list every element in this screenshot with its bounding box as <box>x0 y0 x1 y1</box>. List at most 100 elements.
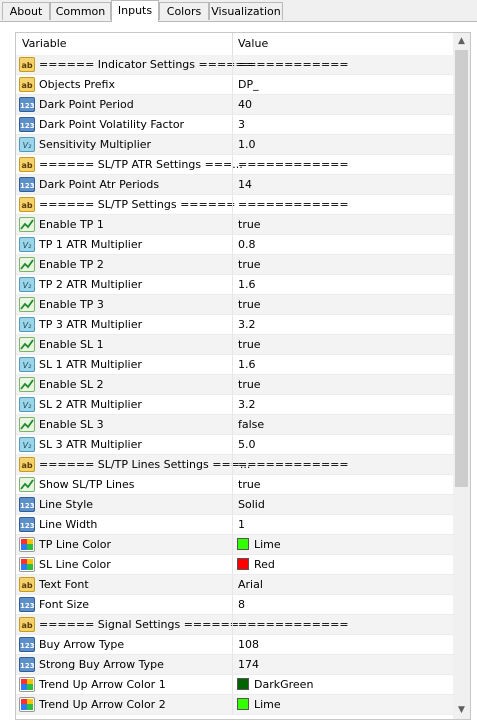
parameter-value[interactable]: true <box>238 335 261 355</box>
bool-icon <box>19 257 35 272</box>
parameter-row[interactable]: ab ====== Indicator Settings ====== ======… <box>16 55 454 75</box>
parameter-row[interactable]: 123 Line Width 1 <box>16 515 454 535</box>
color-swatch[interactable] <box>237 678 249 690</box>
color-swatch[interactable] <box>237 698 249 710</box>
parameter-name: Enable SL 3 <box>39 418 104 431</box>
parameter-row[interactable]: Enable SL 3 false <box>16 415 454 435</box>
parameter-name: SL Line Color <box>39 558 111 571</box>
parameter-row[interactable]: V₂ Sensitivity Multiplier 1.0 <box>16 135 454 155</box>
column-divider <box>232 235 233 254</box>
parameter-row[interactable]: Enable TP 2 true <box>16 255 454 275</box>
parameter-row[interactable]: 123 Line Style Solid <box>16 495 454 515</box>
header-divider[interactable] <box>232 33 233 55</box>
color-icon <box>19 537 35 552</box>
tab-common[interactable]: Common <box>50 2 111 20</box>
parameter-row[interactable]: Enable SL 2 true <box>16 375 454 395</box>
parameter-name: Trend Up Arrow Color 2 <box>39 698 166 711</box>
parameter-value[interactable]: Red <box>254 555 275 575</box>
parameter-row[interactable]: Enable TP 3 true <box>16 295 454 315</box>
parameter-value[interactable]: ============ <box>238 155 349 175</box>
parameter-value[interactable]: true <box>238 255 261 275</box>
parameter-row[interactable]: V₂ TP 3 ATR Multiplier 3.2 <box>16 315 454 335</box>
parameter-value[interactable]: 1.6 <box>238 355 256 375</box>
parameter-value[interactable]: 0.8 <box>238 235 256 255</box>
parameter-row[interactable]: V₂ SL 1 ATR Multiplier 1.6 <box>16 355 454 375</box>
parameter-value[interactable]: 3.2 <box>238 395 256 415</box>
parameter-row[interactable]: Trend Up Arrow Color 1 DarkGreen <box>16 675 454 695</box>
parameter-row[interactable]: ab ====== Signal Settings ====== =========… <box>16 615 454 635</box>
tab-bar: About Common Inputs Colors Visualization <box>0 0 477 22</box>
parameter-name: Objects Prefix <box>39 78 115 91</box>
parameter-value[interactable]: Arial <box>238 575 263 595</box>
parameter-row[interactable]: Enable SL 1 true <box>16 335 454 355</box>
parameter-row[interactable]: SL Line Color Red <box>16 555 454 575</box>
parameter-value[interactable]: DarkGreen <box>254 675 313 695</box>
parameter-value[interactable]: true <box>238 375 261 395</box>
integer-icon: 123 <box>19 597 35 612</box>
tab-visualization[interactable]: Visualization <box>209 2 283 20</box>
parameter-row[interactable]: V₂ SL 3 ATR Multiplier 5.0 <box>16 435 454 455</box>
scroll-down-arrow-icon[interactable]: ▼ <box>453 702 470 719</box>
column-divider <box>232 575 233 594</box>
parameter-value[interactable]: 40 <box>238 95 252 115</box>
parameter-row[interactable]: ab ====== SL/TP Lines Settings ===... ====… <box>16 455 454 475</box>
column-header-value[interactable]: Value <box>238 33 268 55</box>
parameter-name: Enable TP 1 <box>39 218 104 231</box>
tab-about[interactable]: About <box>2 2 50 20</box>
parameter-name: Font Size <box>39 598 90 611</box>
parameter-row[interactable]: 123 Dark Point Period 40 <box>16 95 454 115</box>
column-header-variable[interactable]: Variable <box>22 33 67 55</box>
parameter-value[interactable]: 174 <box>238 655 259 675</box>
parameter-row[interactable]: ab Text Font Arial <box>16 575 454 595</box>
parameter-value[interactable]: 5.0 <box>238 435 256 455</box>
parameter-value[interactable]: 1 <box>238 515 245 535</box>
parameter-row[interactable]: ab ====== SL/TP ATR Settings ===... ======… <box>16 155 454 175</box>
parameter-value[interactable]: 3.2 <box>238 315 256 335</box>
parameter-value[interactable]: ============ <box>238 615 349 635</box>
parameter-name: Trend Up Arrow Color 1 <box>39 678 166 691</box>
parameter-row[interactable]: Trend Up Arrow Color 2 Lime <box>16 695 454 715</box>
column-divider <box>232 515 233 534</box>
parameter-row[interactable]: 123 Font Size 8 <box>16 595 454 615</box>
scroll-up-arrow-icon[interactable]: ▲ <box>453 33 470 50</box>
parameter-value[interactable]: DP_ <box>238 75 259 95</box>
parameter-row[interactable]: Show SL/TP Lines true <box>16 475 454 495</box>
parameter-row[interactable]: V₂ TP 1 ATR Multiplier 0.8 <box>16 235 454 255</box>
scrollbar-thumb[interactable] <box>455 50 468 487</box>
parameter-value[interactable]: ============ <box>238 455 349 475</box>
parameter-value[interactable]: 1.6 <box>238 275 256 295</box>
parameter-value[interactable]: Solid <box>238 495 265 515</box>
parameter-row[interactable]: V₂ SL 2 ATR Multiplier 3.2 <box>16 395 454 415</box>
double-icon: V₂ <box>19 317 35 332</box>
parameter-row[interactable]: 123 Strong Buy Arrow Type 174 <box>16 655 454 675</box>
parameter-value[interactable]: ============ <box>238 55 349 75</box>
vertical-scrollbar[interactable]: ▲ ▼ <box>453 33 470 719</box>
parameter-value[interactable]: ============ <box>238 195 349 215</box>
parameter-row[interactable]: 123 Dark Point Volatility Factor 3 <box>16 115 454 135</box>
parameter-row[interactable]: V₂ TP 2 ATR Multiplier 1.6 <box>16 275 454 295</box>
parameter-value[interactable]: true <box>238 295 261 315</box>
parameter-row[interactable]: ab Objects Prefix DP_ <box>16 75 454 95</box>
parameter-row[interactable]: TP Line Color Lime <box>16 535 454 555</box>
parameter-value[interactable]: true <box>238 475 261 495</box>
parameter-value[interactable]: 3 <box>238 115 245 135</box>
string-icon: ab <box>19 617 35 632</box>
color-swatch[interactable] <box>237 558 249 570</box>
tab-colors[interactable]: Colors <box>159 2 209 20</box>
bool-icon <box>19 377 35 392</box>
parameter-value[interactable]: Lime <box>254 535 281 555</box>
parameter-row[interactable]: Enable TP 1 true <box>16 215 454 235</box>
integer-icon: 123 <box>19 97 35 112</box>
parameter-value[interactable]: false <box>238 415 264 435</box>
parameter-value[interactable]: 1.0 <box>238 135 256 155</box>
parameter-value[interactable]: Lime <box>254 695 281 715</box>
parameter-value[interactable]: 14 <box>238 175 252 195</box>
parameter-row[interactable]: 123 Buy Arrow Type 108 <box>16 635 454 655</box>
parameter-value[interactable]: true <box>238 215 261 235</box>
parameter-row[interactable]: ab ====== SL/TP Settings ====== ==========… <box>16 195 454 215</box>
parameter-value[interactable]: 108 <box>238 635 259 655</box>
parameter-row[interactable]: 123 Dark Point Atr Periods 14 <box>16 175 454 195</box>
tab-inputs[interactable]: Inputs <box>111 0 159 22</box>
color-swatch[interactable] <box>237 538 249 550</box>
parameter-value[interactable]: 8 <box>238 595 245 615</box>
